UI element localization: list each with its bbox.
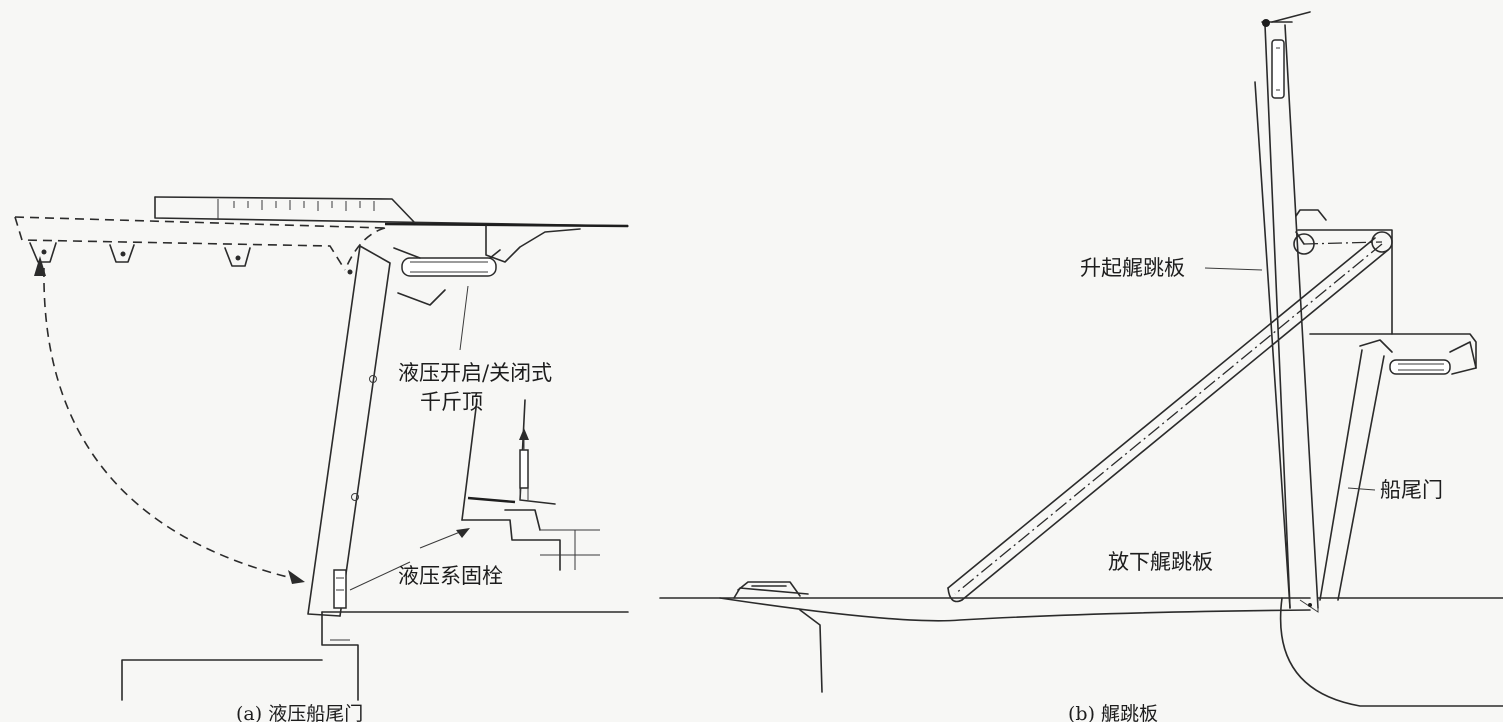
hydraulic-jack <box>393 247 501 306</box>
leader-raised-ramp <box>1204 267 1263 271</box>
ramp-toe-flap <box>733 581 809 599</box>
stern-door-open-dashed <box>14 216 386 275</box>
panel-b-stern-ramp: 升起艉跳板 船尾门 放下艉跳板 (b) 艉跳板 <box>659 11 1503 722</box>
caption-panel-b: (b) 艉跳板 <box>1068 703 1158 722</box>
label-hydraulic-jack-line2: 千斤顶 <box>420 390 483 414</box>
lower-hull <box>121 611 629 701</box>
label-hydraulic-cleat: 液压系固栓 <box>398 564 503 588</box>
leader-jack <box>459 285 469 351</box>
label-hydraulic-jack-line1: 液压开启/关闭式 <box>398 361 552 385</box>
stern-door-closed <box>307 245 391 617</box>
label-raised-ramp: 升起艉跳板 <box>1080 256 1185 280</box>
label-stern-door: 船尾门 <box>1380 478 1443 502</box>
label-lowered-ramp: 放下艉跳板 <box>1108 550 1213 574</box>
caption-panel-a: (a) 液压船尾门 <box>236 703 363 722</box>
lowered-ramp-diagonal <box>947 237 1389 603</box>
cleat-detail-inset <box>419 399 600 571</box>
swing-arc <box>34 256 305 584</box>
diagram-canvas: 液压开启/关闭式 千斤顶 液压系固栓 (a) 液压船尾门 升起艉跳板 船尾门 放… <box>0 0 1503 722</box>
panel-a-hydraulic-stern-door: 液压开启/关闭式 千斤顶 液压系固栓 (a) 液压船尾门 <box>14 196 629 722</box>
leader-stern-door <box>1347 487 1376 491</box>
stern-door-ramp <box>1319 339 1477 601</box>
deck-and-hull <box>659 597 1503 707</box>
